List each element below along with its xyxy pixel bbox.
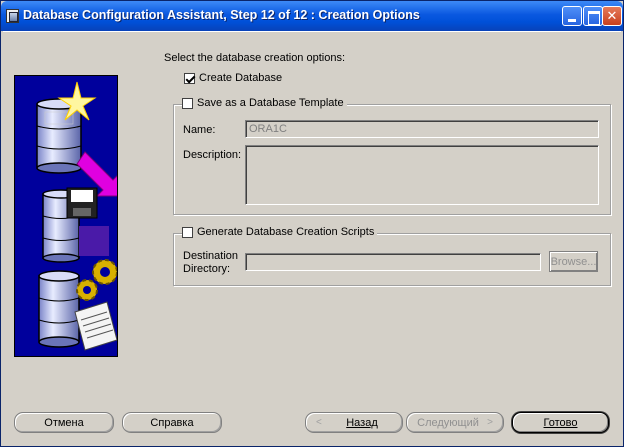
database-stack-icon — [36, 81, 117, 351]
destination-label-line2: Directory: — [183, 263, 231, 275]
save-template-checkbox[interactable] — [182, 97, 193, 109]
create-database-option[interactable]: Create Database — [184, 72, 286, 84]
help-button[interactable]: Справка — [122, 412, 222, 433]
finish-button[interactable]: Готово — [512, 412, 609, 433]
cancel-button[interactable]: Отмена — [14, 412, 114, 433]
finish-label: Готово — [543, 416, 578, 429]
description-label: Description: — [183, 149, 242, 161]
destination-label-line1: Destination — [183, 250, 239, 262]
instruction-text: Select the database creation options: — [164, 52, 346, 64]
create-database-label: Create Database — [199, 72, 283, 84]
next-label: Следующий — [417, 416, 479, 429]
save-template-label: Save as a Database Template — [197, 97, 344, 109]
back-arrow-icon: < — [316, 417, 322, 428]
name-label: Name: — [183, 124, 216, 136]
template-name-input[interactable]: ORA1C — [245, 120, 599, 138]
back-button[interactable]: < Назад — [305, 412, 403, 433]
destination-directory-input[interactable] — [245, 253, 541, 271]
close-icon[interactable]: ✕ — [602, 6, 622, 26]
title-bar[interactable]: Database Configuration Assistant, Step 1… — [1, 1, 623, 31]
window-title: Database Configuration Assistant, Step 1… — [23, 8, 420, 22]
generate-scripts-label: Generate Database Creation Scripts — [197, 226, 375, 238]
template-description-input[interactable] — [245, 145, 599, 205]
back-label: Назад — [346, 416, 378, 429]
dbca-window: Database Configuration Assistant, Step 1… — [0, 0, 624, 447]
save-template-option[interactable]: Save as a Database Template — [182, 97, 347, 109]
next-button[interactable]: Следующий > — [406, 412, 504, 433]
browse-button[interactable]: Browse... — [549, 251, 598, 272]
generate-scripts-option[interactable]: Generate Database Creation Scripts — [182, 226, 378, 238]
create-database-checkbox[interactable] — [184, 72, 195, 84]
generate-scripts-checkbox[interactable] — [182, 226, 193, 238]
maximize-icon[interactable] — [583, 6, 603, 26]
next-arrow-icon: > — [487, 417, 493, 428]
app-icon[interactable] — [6, 9, 19, 23]
database-wizard-illustration — [14, 75, 118, 357]
minimize-icon[interactable] — [562, 6, 582, 26]
